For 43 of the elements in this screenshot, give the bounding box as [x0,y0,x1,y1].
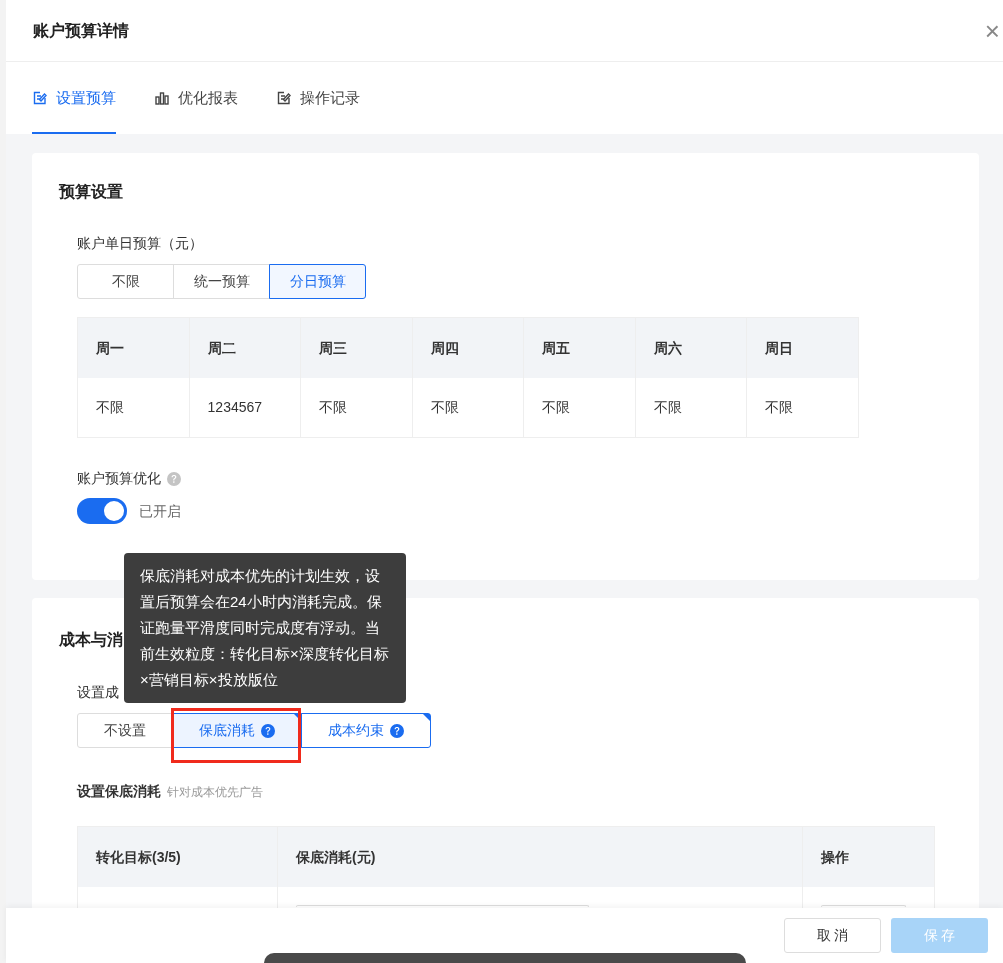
field-label: 设置保底消耗 [77,782,161,801]
segment-option[interactable]: 分日预算 [269,264,366,299]
tooltip: 保底消耗对成本优先的计划生效，设置后预算会在24小时内消耗完成。保证跑量平滑度同时完成度有浮动。当前生效粒度：转化目标×深度转化目标×营销目标×投放版位 [124,553,406,703]
column-header: 周四 [412,318,525,378]
bar-chart-icon [154,90,170,106]
segment-option[interactable]: 不设置 [77,713,173,748]
card-title: 成本与消 [59,630,123,650]
help-icon [167,471,181,486]
help-icon [390,723,404,738]
tab[interactable]: 优化报表 [154,62,238,134]
column-header: 周五 [524,318,636,378]
cancel-button[interactable]: 取 消 [784,918,881,953]
table-cell-text: 不限 [764,398,795,417]
column-header: 周三 [301,318,413,378]
table-cell: 1234567 [189,378,302,437]
field-label: 账户单日预算（元） [77,234,204,253]
segment-option[interactable]: 不限 [77,264,174,299]
edit-icon [32,90,48,106]
table-cell: 不限 [78,378,190,437]
segment-option[interactable]: 统一预算 [173,264,270,299]
table-cell: 不限 [301,378,413,437]
field-label: 设置成 [77,683,119,702]
edit-icon [276,90,292,106]
table-cell: 不限 [412,378,525,437]
column-header: 周二 [189,318,302,378]
column-header: 周日 [764,338,795,358]
field-label: 账户预算优化 [77,469,161,488]
toggle-switch[interactable] [77,498,127,524]
table-cell: 不限 [524,378,636,437]
column-header: 转化目标(3/5) [78,827,278,887]
card-title: 预算设置 [59,182,124,202]
table-cell: 不限 [635,378,748,437]
switch-status: 已开启 [139,501,181,521]
column-header: 周六 [635,318,748,378]
segment-option[interactable]: 成本约束 [301,713,431,748]
column-header: 周一 [78,318,190,378]
close-button[interactable]: × [984,17,1000,44]
column-header: 保底消耗(元) [278,827,803,887]
help-icon [261,723,275,738]
tab[interactable]: 操作记录 [276,62,360,134]
column-header: 操作 [820,847,850,867]
hint-text: 针对成本优先广告 [167,784,263,801]
drawer-title: 账户预算详情 [33,20,129,41]
